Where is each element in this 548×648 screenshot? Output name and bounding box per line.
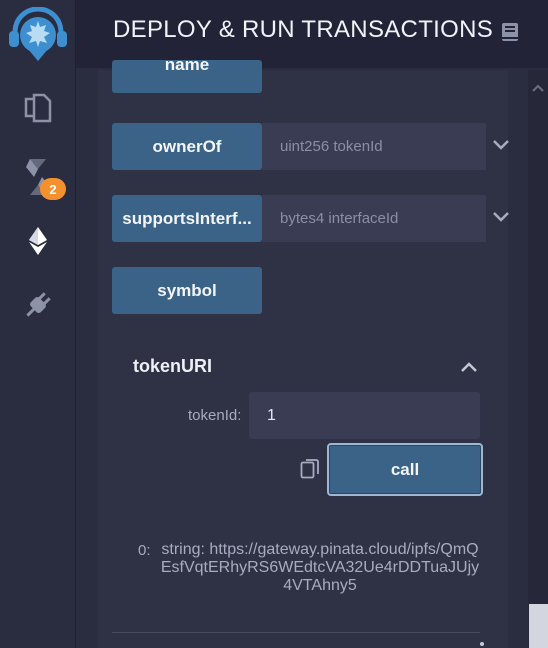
- result-value: string: https://gateway.pinata.cloud/ipf…: [160, 541, 480, 594]
- file-explorer-icon[interactable]: [0, 86, 76, 130]
- tokenid-input[interactable]: 1: [249, 392, 480, 439]
- more-dot: [480, 642, 484, 646]
- deploy-run-icon[interactable]: [0, 218, 76, 264]
- chevron-down-icon[interactable]: [492, 138, 510, 156]
- supportsinterface-input[interactable]: bytes4 interfaceId: [262, 195, 486, 242]
- solidity-compiler-icon[interactable]: [0, 152, 76, 202]
- supportsinterface-button[interactable]: supportsInterf...: [112, 195, 262, 242]
- chevron-down-icon[interactable]: [492, 210, 510, 228]
- name-button[interactable]: name: [112, 60, 262, 93]
- scroll-up-icon[interactable]: [532, 80, 544, 98]
- icon-rail: 2: [0, 0, 76, 648]
- plugin-manager-icon[interactable]: [0, 282, 76, 328]
- divider: [112, 632, 480, 633]
- page-title: DEPLOY & RUN TRANSACTIONS: [113, 16, 494, 43]
- remix-logo-icon[interactable]: [0, 6, 76, 64]
- tokenid-label: tokenId:: [188, 407, 242, 424]
- scrollbar-track[interactable]: [528, 70, 548, 648]
- tokenuri-title: tokenURI: [133, 356, 213, 376]
- book-icon[interactable]: [500, 22, 520, 47]
- panel-header: DEPLOY & RUN TRANSACTIONS: [76, 0, 548, 68]
- ownerof-input[interactable]: uint256 tokenId: [262, 123, 486, 170]
- ownerof-button[interactable]: ownerOf: [112, 123, 262, 170]
- scrollbar-thumb[interactable]: [529, 604, 548, 648]
- call-button[interactable]: call: [327, 443, 483, 496]
- result-index: 0:: [138, 542, 151, 559]
- compiler-badge: 2: [40, 178, 66, 200]
- chevron-up-icon[interactable]: [460, 360, 478, 378]
- symbol-button[interactable]: symbol: [112, 267, 262, 314]
- copy-icon[interactable]: [300, 458, 320, 485]
